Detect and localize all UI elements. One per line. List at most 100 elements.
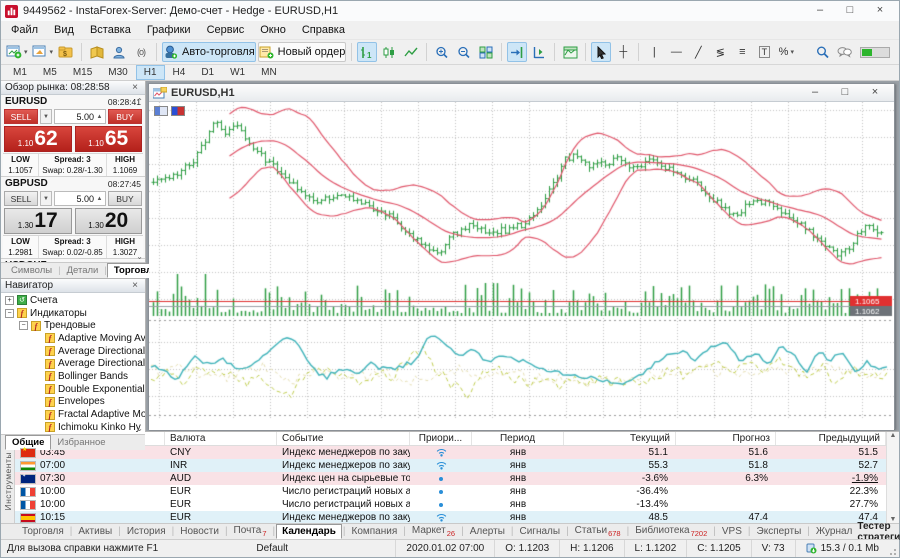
tab-details[interactable]: Детали xyxy=(61,264,105,277)
tree-item-adx[interactable]: fAverage Directional xyxy=(1,345,145,358)
maximize-button[interactable]: □ xyxy=(835,2,865,20)
toolbox-vertical-label[interactable]: Инструменты xyxy=(3,452,13,511)
menu-charts[interactable]: Графики xyxy=(139,22,199,38)
bottom-tab-15[interactable]: Журнал xyxy=(811,525,858,538)
collapse-icon[interactable]: − xyxy=(19,321,28,330)
scroll-down-icon[interactable]: ⌄ xyxy=(136,424,143,433)
col-actual[interactable]: Текущий xyxy=(564,432,676,445)
tree-item-bollinger[interactable]: fBollinger Bands xyxy=(1,370,145,383)
bottom-tab-10[interactable]: Сигналы xyxy=(515,525,566,538)
bottom-tab-12[interactable]: Библиотека7202 xyxy=(630,524,712,539)
menu-view[interactable]: Вид xyxy=(46,22,82,38)
tf-m30[interactable]: M30 xyxy=(100,65,135,80)
indicators-button[interactable] xyxy=(560,42,580,62)
autotrading-toggle[interactable]: Авто-торговля xyxy=(162,42,256,62)
bottom-tab-8[interactable]: Маркет26 xyxy=(407,524,460,539)
expand-icon[interactable]: + xyxy=(5,296,14,305)
tf-h1[interactable]: H1 xyxy=(136,65,165,80)
col-period[interactable]: Период xyxy=(472,432,564,445)
lot-up-icon[interactable]: ▲ xyxy=(96,114,105,120)
indicator-mini-icon[interactable] xyxy=(171,106,185,116)
zoom-out-button[interactable] xyxy=(454,42,474,62)
bar-chart-mode-button[interactable]: 1 xyxy=(357,42,377,62)
tree-item-adaptive-ma[interactable]: fAdaptive Moving Av xyxy=(1,332,145,345)
bid-price-box[interactable]: 1.3017 xyxy=(4,208,72,234)
bottom-tab-2[interactable]: Активы xyxy=(73,525,117,538)
fibonacci-tool[interactable]: ≶ xyxy=(710,42,730,62)
menu-help[interactable]: Справка xyxy=(294,22,353,38)
col-event[interactable]: Событие xyxy=(277,432,410,445)
shapes-tool[interactable]: %▾ xyxy=(776,42,796,62)
lot-dropdown-button[interactable]: ▼ xyxy=(40,109,52,124)
lot-input[interactable]: 5.00▲ xyxy=(54,109,106,124)
bottom-tab-3[interactable]: История xyxy=(122,525,171,538)
quotes-book-button[interactable] xyxy=(87,42,107,62)
crosshair-tool-button[interactable]: ┼ xyxy=(613,42,633,62)
calendar-row[interactable]: 07:30AUDИндекс цен на сырьевые товары от… xyxy=(15,472,886,485)
chart-shift-button[interactable] xyxy=(529,42,549,62)
lot-up-icon[interactable]: ▲ xyxy=(96,196,105,202)
ask-price-box[interactable]: 1.3020 xyxy=(75,208,143,234)
chat-icon[interactable] xyxy=(837,46,852,58)
menu-window[interactable]: Окно xyxy=(252,22,294,38)
calendar-row[interactable]: 07:00INRИндекс менеджеров по закупкам в … xyxy=(15,459,886,472)
menu-file[interactable]: Файл xyxy=(3,22,46,38)
new-order-button[interactable]: Новый ордер xyxy=(258,42,347,62)
chart-window-titlebar[interactable]: EURUSD,H1 – □ × xyxy=(149,84,894,102)
signals-broadcast-button[interactable]: (ο) xyxy=(131,42,151,62)
bottom-tab-11[interactable]: Статьи678 xyxy=(570,524,626,539)
search-icon[interactable] xyxy=(816,46,829,59)
tf-m15[interactable]: M15 xyxy=(65,65,100,80)
tf-d1[interactable]: D1 xyxy=(193,65,222,80)
new-chart-button[interactable]: ▾ xyxy=(5,42,29,62)
tab-symbols[interactable]: Символы xyxy=(5,264,58,277)
bottom-tab-14[interactable]: Эксперты xyxy=(752,525,807,538)
autoscroll-button[interactable] xyxy=(507,42,527,62)
horizontal-line-tool[interactable]: — xyxy=(666,42,686,62)
close-icon[interactable]: × xyxy=(129,280,141,291)
status-profile[interactable]: Default xyxy=(246,540,396,557)
tile-windows-button[interactable] xyxy=(476,42,496,62)
bottom-tab-5[interactable]: Почта7 xyxy=(229,524,272,539)
collapse-icon[interactable]: − xyxy=(5,309,14,318)
col-currency[interactable]: Валюта xyxy=(165,432,277,445)
bottom-tab-6[interactable]: Календарь xyxy=(276,524,342,539)
sell-button[interactable]: SELL xyxy=(4,109,38,124)
trendline-tool[interactable]: ╱ xyxy=(688,42,708,62)
calendar-row[interactable]: 10:00EURЧисло регистраций новых автомоби… xyxy=(15,498,886,511)
chart-minimize-button[interactable]: – xyxy=(800,85,830,101)
tab-favorites[interactable]: Избранное xyxy=(51,436,111,449)
tree-item-ichimoku[interactable]: fIchimoku Kinko Hy xyxy=(1,421,145,434)
text-tool[interactable]: T xyxy=(754,42,774,62)
bottom-tab-1[interactable]: Торговля xyxy=(17,525,69,538)
indicator-mini-icon[interactable] xyxy=(154,106,168,116)
scroll-down-icon[interactable]: ⌄ xyxy=(136,252,143,261)
chart-maximize-button[interactable]: □ xyxy=(830,85,860,101)
tf-m5[interactable]: M5 xyxy=(35,65,65,80)
tf-m1[interactable]: M1 xyxy=(5,65,35,80)
line-chart-mode-button[interactable] xyxy=(401,42,421,62)
tree-item-dema[interactable]: fDouble Exponential xyxy=(1,383,145,396)
tree-item-adx-wilder[interactable]: fAverage Directional xyxy=(1,357,145,370)
scroll-up-icon[interactable]: ▲ xyxy=(890,432,897,439)
price-chart-canvas[interactable] xyxy=(149,102,894,430)
lot-dropdown-button[interactable]: ▼ xyxy=(40,191,52,206)
col-previous[interactable]: Предыдущий xyxy=(776,432,886,445)
tf-w1[interactable]: W1 xyxy=(222,65,253,80)
scroll-up-icon[interactable]: ⌃ xyxy=(136,97,143,106)
bottom-tab-9[interactable]: Алерты xyxy=(465,525,510,538)
lot-input[interactable]: 5.00▲ xyxy=(54,191,106,206)
buy-button[interactable]: BUY xyxy=(108,191,142,206)
calendar-scrollbar[interactable]: ▲▼ xyxy=(886,432,899,523)
channel-tool[interactable]: ≡ xyxy=(732,42,752,62)
bottom-tab-7[interactable]: Компания xyxy=(347,525,403,538)
tree-item-trend[interactable]: −fТрендовые xyxy=(1,319,145,332)
vertical-line-tool[interactable]: | xyxy=(644,42,664,62)
col-priority[interactable]: Приори... xyxy=(410,432,472,445)
calendar-row[interactable]: 10:00EURЧисло регистраций новых автомоби… xyxy=(15,485,886,498)
tf-h4[interactable]: H4 xyxy=(165,65,194,80)
login-button[interactable] xyxy=(109,42,129,62)
bottom-tab-4[interactable]: Новости xyxy=(175,525,224,538)
resize-grip[interactable] xyxy=(889,540,899,557)
minimize-button[interactable]: – xyxy=(805,2,835,20)
